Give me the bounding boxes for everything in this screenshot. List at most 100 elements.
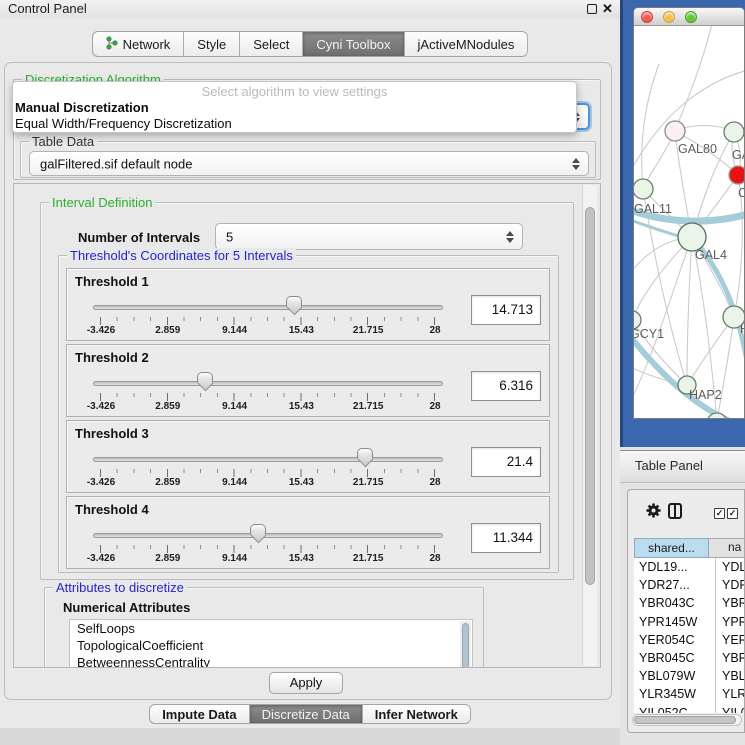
threshold-slider-track[interactable]	[93, 381, 443, 386]
column-header-shared-name[interactable]: shared...	[634, 538, 709, 558]
slider-tick-label: 15.43	[289, 553, 314, 564]
algorithm-option-equal-width-frequency-discretization[interactable]: Equal Width/Frequency Discretization	[15, 116, 232, 131]
table-horizontal-scrollbar[interactable]	[632, 714, 742, 726]
threshold-slider-thumb[interactable]	[357, 448, 373, 459]
threshold-slider-track[interactable]	[93, 305, 443, 310]
threshold-value-field[interactable]: 6.316	[471, 371, 541, 401]
attribute-item-topologicalcoefficient[interactable]: TopologicalCoefficient	[70, 637, 472, 654]
gear-icon[interactable]	[645, 502, 662, 519]
cell-shared-name: YIL052C	[639, 704, 688, 714]
cell-shared-name: YBR043C	[639, 594, 695, 612]
threshold-slider-track[interactable]	[93, 457, 443, 462]
cell-shared-name: YBR045C	[639, 649, 695, 667]
attributes-list-scrollbar[interactable]	[460, 621, 471, 668]
node-label-h: H	[740, 322, 745, 336]
bottom-tab-impute-data[interactable]: Impute Data	[149, 704, 249, 724]
table-scrollbar-thumb[interactable]	[634, 716, 736, 724]
zoom-traffic-light-icon[interactable]	[685, 11, 697, 23]
column-header-name[interactable]: na	[709, 538, 745, 558]
network-node[interactable]	[724, 122, 744, 142]
threshold-value-field[interactable]: 11.344	[471, 523, 541, 553]
tab-select[interactable]: Select	[240, 31, 303, 57]
tab-label: Network	[123, 37, 171, 52]
network-node[interactable]	[678, 223, 706, 251]
cell-name: YIL0	[715, 704, 745, 714]
network-node[interactable]	[634, 179, 653, 199]
table-row[interactable]: YLR345WYLR3	[634, 685, 745, 703]
slider-tick-label: -3.426	[87, 553, 115, 564]
tab-label: Impute Data	[162, 707, 236, 722]
slider-tick-label: 9.144	[222, 553, 247, 564]
tab-label: Infer Network	[375, 707, 458, 722]
settings-vertical-scrollbar[interactable]	[582, 185, 597, 666]
node-label-c: C	[738, 186, 745, 200]
table-row[interactable]: YBR045CYBR0	[634, 649, 745, 667]
slider-major-ticks	[100, 469, 437, 477]
slider-tick-label: 2.859	[155, 553, 180, 564]
table-row[interactable]: YDL19...YDL1	[634, 558, 745, 576]
table-data-group: Table Data galFiltered.sif default node	[20, 141, 596, 178]
interval-definition-group: Interval Definition Number of Intervals …	[40, 202, 574, 580]
settings-scrollbar-thumb[interactable]	[585, 207, 595, 585]
slider-tick-label: 28	[429, 401, 440, 412]
table-row[interactable]: YPR145WYPR1	[634, 613, 745, 631]
tab-jactivemnodules[interactable]: jActiveMNodules	[405, 31, 529, 57]
cell-name: YLR3	[715, 685, 745, 703]
attribute-item-selfloops[interactable]: SelfLoops	[70, 620, 472, 637]
interval-definition-title: Interval Definition	[49, 195, 155, 210]
close-icon[interactable]: ✕	[602, 1, 613, 17]
threshold-slider-track[interactable]	[93, 533, 443, 538]
bottom-tab-infer-network[interactable]: Infer Network	[363, 704, 471, 724]
bottom-tab-bar: Impute Data Discretize Data Infer Network	[0, 704, 620, 724]
slider-tick-label: -3.426	[87, 325, 115, 336]
numerical-attributes-label: Numerical Attributes	[63, 600, 190, 615]
float-icon[interactable]	[587, 4, 597, 14]
network-icon	[106, 36, 118, 53]
threshold-slider-thumb[interactable]	[286, 296, 302, 307]
thresholds-group: Threshold's Coordinates for 5 Intervals …	[58, 255, 559, 573]
tab-network[interactable]: Network	[92, 31, 185, 57]
slider-tick-label: 15.43	[289, 477, 314, 488]
control-panel-window: Control Panel ✕ NetworkStyleSelectCyni T…	[0, 0, 620, 745]
slider-major-ticks	[100, 545, 437, 553]
network-node[interactable]	[665, 121, 685, 141]
table-panel-header: Table Panel	[620, 450, 745, 483]
algorithm-option-manual-discretization[interactable]: Manual Discretization	[15, 100, 149, 115]
attribute-item-betweennesscentrality[interactable]: BetweennessCentrality	[70, 654, 472, 668]
table-row[interactable]: YIL052C YIL0	[634, 704, 745, 714]
bottom-tab-discretize-data[interactable]: Discretize Data	[250, 704, 363, 724]
checkbox-icon[interactable]: ✓	[727, 508, 738, 519]
attributes-list-scrollbar-thumb[interactable]	[462, 623, 469, 668]
node-label-gcy1: GCY1	[634, 327, 664, 341]
threshold-label: Threshold 2	[75, 350, 149, 365]
threshold-slider-thumb[interactable]	[250, 524, 266, 535]
table-row[interactable]: YBR043C YBR0	[634, 594, 745, 612]
algorithm-placeholder-option[interactable]: Select algorithm to view settings	[13, 84, 576, 99]
apply-button[interactable]: Apply	[269, 672, 343, 694]
tab-style[interactable]: Style	[184, 31, 240, 57]
minimize-traffic-light-icon[interactable]	[663, 11, 675, 23]
node-label-gal80: GAL80	[678, 142, 717, 156]
cell-shared-name: YER054C	[639, 631, 695, 649]
table-data-combobox[interactable]: galFiltered.sif default node	[29, 151, 589, 176]
cell-name: YDL1	[715, 558, 745, 576]
numerical-attributes-list[interactable]: SelfLoopsTopologicalCoefficientBetweenne…	[69, 619, 473, 668]
column-layout-icon[interactable]	[668, 503, 682, 519]
network-canvas[interactable]: GAL80GAGAL11CGAL4GCY1HHAP2	[634, 26, 745, 419]
threshold-slider-thumb[interactable]	[197, 372, 213, 383]
slider-tick-label: 2.859	[155, 401, 180, 412]
slider-tick-label: 2.859	[155, 477, 180, 488]
threshold-label: Threshold 4	[75, 502, 149, 517]
table-row[interactable]: YER054CYER0	[634, 631, 745, 649]
cell-name: YBR0	[715, 594, 745, 612]
number-of-intervals-combobox[interactable]: 5	[215, 223, 523, 250]
network-node-selected[interactable]	[729, 166, 745, 184]
table-row[interactable]: YBL079WYBL0	[634, 667, 745, 685]
threshold-value-field[interactable]: 21.4	[471, 447, 541, 477]
close-traffic-light-icon[interactable]	[641, 11, 653, 23]
tab-cyni-toolbox[interactable]: Cyni Toolbox	[303, 31, 404, 57]
threshold-value-field[interactable]: 14.713	[471, 295, 541, 325]
slider-tick-label: -3.426	[87, 477, 115, 488]
checkbox-icon[interactable]: ✓	[714, 508, 725, 519]
table-row[interactable]: YDR27...YDR2	[634, 576, 745, 594]
